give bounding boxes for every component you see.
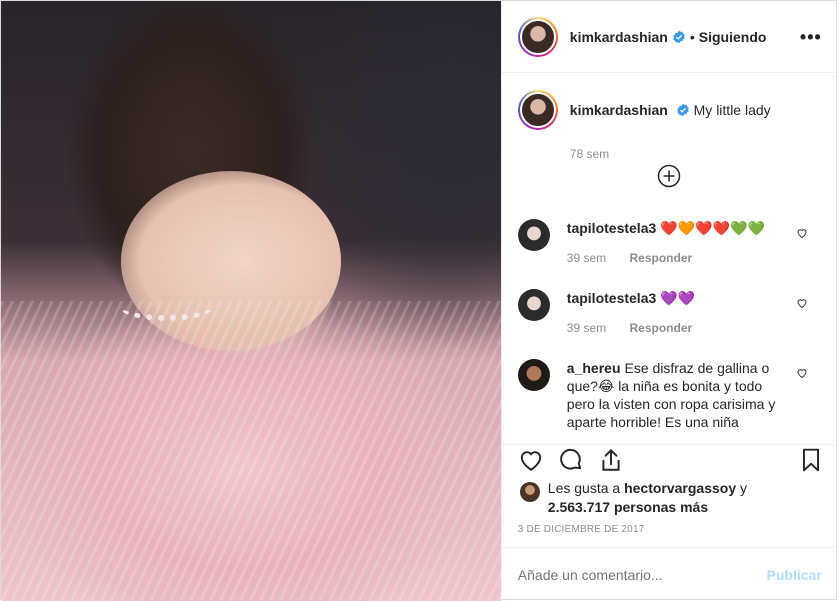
- comment-meta: 39 sem Responder: [567, 319, 782, 337]
- heart-icon[interactable]: [796, 227, 808, 239]
- more-options-icon[interactable]: •••: [800, 27, 822, 48]
- comment-username[interactable]: a_hereu: [567, 360, 621, 376]
- post-side-panel: kimkardashian • Siguiendo ••• kimkardash…: [500, 1, 837, 601]
- likes-text: Les gusta a hectorvargassoy y 2.563.717 …: [548, 479, 747, 517]
- author-username[interactable]: kimkardashian: [570, 29, 668, 45]
- comment-username[interactable]: tapilotestela3: [567, 220, 656, 236]
- liker-avatar[interactable]: [519, 482, 540, 502]
- reply-button[interactable]: Responder: [630, 321, 693, 335]
- post-photo[interactable]: [1, 1, 501, 601]
- commenter-avatar[interactable]: [517, 219, 550, 251]
- likes-prefix: Les gusta a: [547, 480, 621, 496]
- caption-username[interactable]: kimkardashian: [570, 102, 668, 118]
- add-comment-bar: Publicar: [501, 547, 837, 601]
- comment-username[interactable]: tapilotestela3: [567, 290, 656, 306]
- reply-button[interactable]: Responder: [630, 251, 693, 265]
- comment-body: tapilotestela3 💜💜 39 sem Responder: [567, 289, 782, 337]
- comment-text: 💜💜: [660, 290, 696, 306]
- liker-username[interactable]: hectorvargassoy: [624, 480, 736, 496]
- comment-body: tapilotestela3 ❤️🧡❤️❤️💚💚 39 sem Responder: [567, 219, 782, 267]
- post-caption: kimkardashian My little lady 78 sem: [517, 90, 771, 161]
- comment-icon[interactable]: [558, 447, 584, 473]
- share-icon[interactable]: [598, 447, 624, 473]
- comment-text: ❤️🧡❤️❤️💚💚: [660, 220, 765, 236]
- comment-body: a_hereu Ese disfraz de gallina o que?😂 la…: [567, 359, 782, 431]
- verified-badge-icon: [673, 30, 685, 43]
- comment-time[interactable]: 39 sem: [567, 251, 606, 265]
- author-avatar[interactable]: [517, 16, 558, 57]
- caption-text-block: kimkardashian My little lady: [570, 102, 771, 130]
- post-header: kimkardashian • Siguiendo •••: [501, 1, 837, 73]
- photo-fur-texture: [1, 301, 501, 601]
- bookmark-icon[interactable]: [798, 447, 824, 473]
- caption-time[interactable]: 78 sem: [570, 147, 609, 161]
- heart-icon[interactable]: [796, 367, 808, 379]
- post-actions: [501, 444, 837, 478]
- caption-message: My little lady: [693, 102, 771, 118]
- comment-item: a_hereu Ese disfraz de gallina o que?😂 la…: [517, 359, 822, 431]
- following-button[interactable]: Siguiendo: [699, 29, 767, 45]
- comment-item: tapilotestela3 ❤️🧡❤️❤️💚💚 39 sem Responder: [517, 219, 822, 267]
- post-date[interactable]: 3 DE DICIEMBRE DE 2017: [518, 524, 645, 535]
- load-more-comments-icon[interactable]: [657, 164, 681, 188]
- heart-icon[interactable]: [796, 297, 808, 309]
- verified-badge-icon: [676, 103, 689, 117]
- caption-avatar[interactable]: [517, 90, 558, 130]
- heart-icon[interactable]: [518, 447, 544, 473]
- commenter-avatar[interactable]: [517, 359, 550, 391]
- instagram-post: kimkardashian • Siguiendo ••• kimkardash…: [0, 0, 837, 601]
- header-separator: •: [689, 28, 695, 45]
- comments-list: kimkardashian My little lady 78 sem tapi…: [502, 74, 837, 444]
- likes-joiner: y: [740, 480, 748, 496]
- comment-time[interactable]: 39 sem: [567, 321, 606, 335]
- comment-meta: 39 sem Responder: [567, 249, 782, 267]
- comment-item: tapilotestela3 💜💜 39 sem Responder: [517, 289, 822, 337]
- commenter-avatar[interactable]: [517, 289, 550, 321]
- likes-count[interactable]: 2.563.717 personas más: [548, 499, 708, 515]
- likes-summary: Les gusta a hectorvargassoy y 2.563.717 …: [519, 479, 747, 517]
- post-comment-button[interactable]: Publicar: [767, 567, 822, 583]
- comment-input[interactable]: [517, 566, 767, 583]
